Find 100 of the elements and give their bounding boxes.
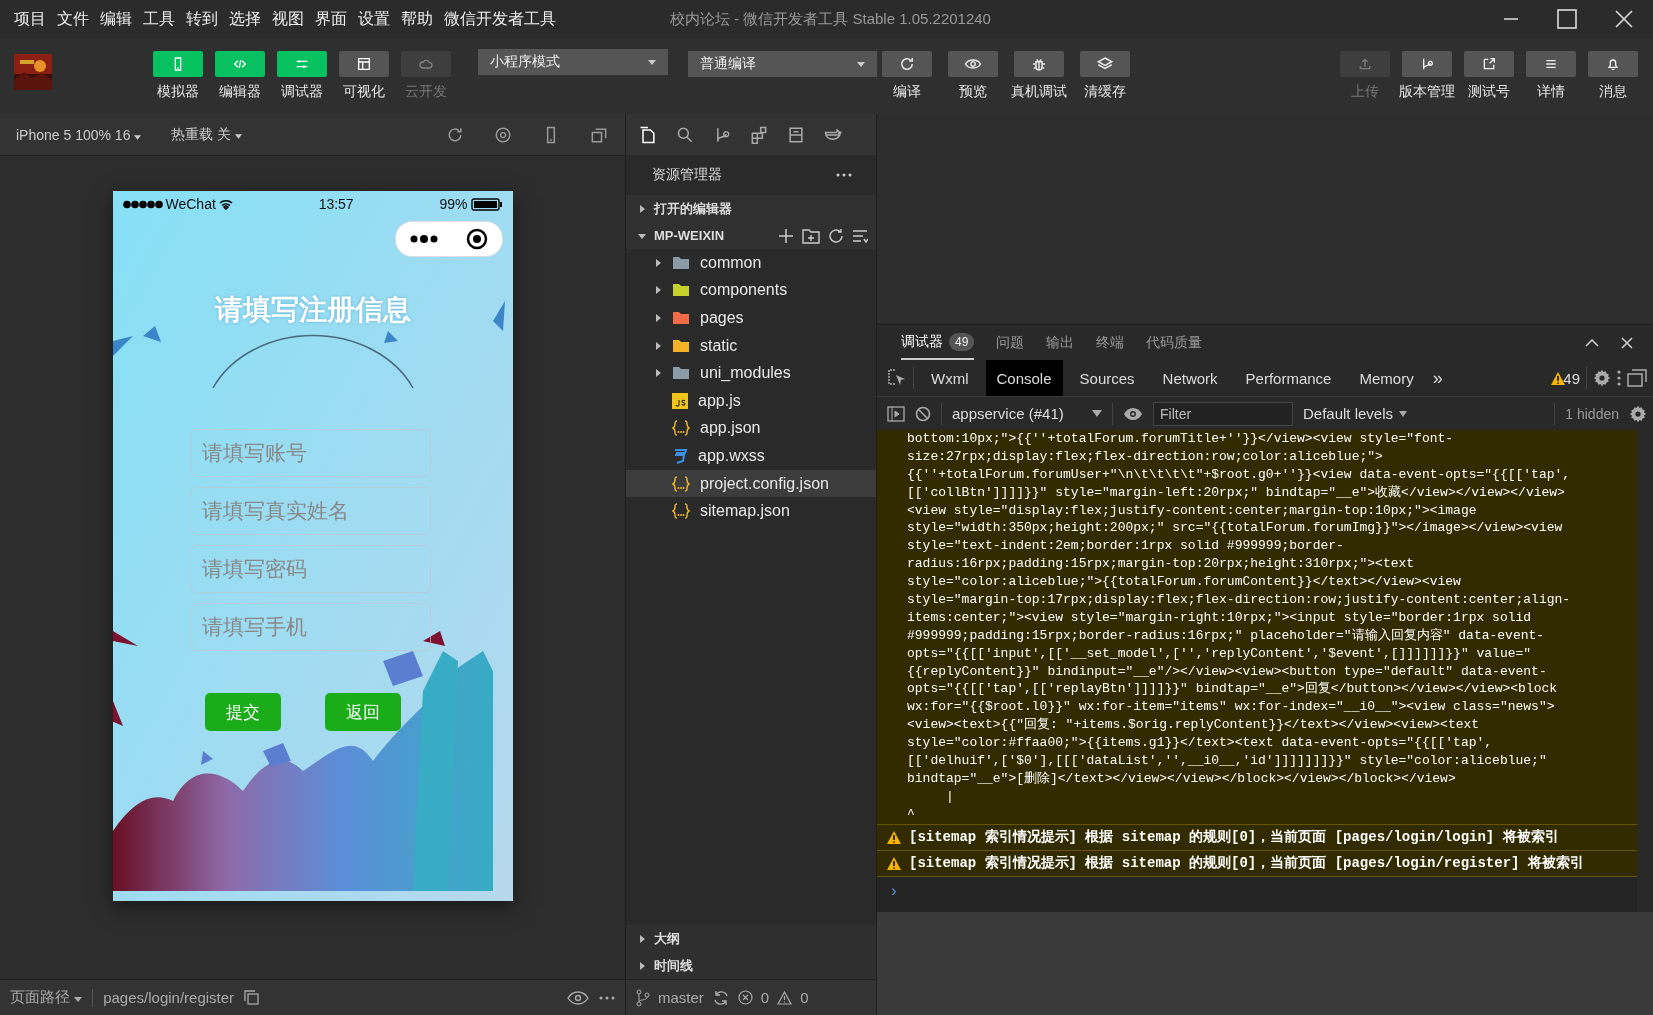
toolbar-label: 调试器 [281, 83, 323, 101]
section-header[interactable]: MP-WEIXIN [626, 222, 876, 249]
console-line: ^ [907, 805, 916, 824]
menu-item[interactable]: 帮助 [401, 8, 433, 30]
console-line: style="color:#ffaa00;">{{items.g1}}</text><text data-event-opts="{{[['tap', [907, 734, 1494, 753]
toolbar-label: 编译 [893, 83, 921, 101]
menu-item[interactable]: 转到 [186, 8, 218, 30]
console-line: opts="{{[['tap',[['replayBtn']]]]}}" bindtap="__e">回复</button></view></view><block [907, 680, 1559, 699]
file-tree-item[interactable]: pages [626, 304, 876, 332]
panel-tab[interactable]: 代码质量 [1146, 325, 1203, 360]
error-count: 0 [760, 989, 770, 1006]
file-tree-item[interactable]: app.json [626, 414, 876, 443]
panel-title: 资源管理器 [652, 166, 722, 184]
more-tabs-button[interactable]: » [1430, 360, 1445, 396]
input-field[interactable]: 请填写手机 [190, 603, 431, 651]
file-tree-item[interactable]: common [626, 249, 876, 277]
levels-dropdown[interactable]: Default levels [1303, 405, 1408, 422]
console-line: radius:16rpx;padding:15rpx;margin-top:20rpx;height:310rpx;"><text [907, 555, 1416, 574]
menu-item[interactable]: 界面 [315, 8, 347, 30]
console-line: bindtap="__e">[删除]</text></view></view></block></view></block></view> [907, 769, 1457, 788]
console-line: items:center;"><view style="margin-right:10rpx;"><input style="border:1rpx solid [907, 608, 1533, 627]
toolbar-label: 清缓存 [1084, 83, 1126, 101]
branch-name[interactable]: master [658, 989, 704, 1006]
context-dropdown[interactable]: appservice (#41) [952, 405, 1102, 422]
battery-label: 99% [439, 196, 468, 212]
file-tree-item[interactable]: static [626, 331, 876, 360]
toolbar-label: 编辑器 [219, 83, 261, 101]
console-line: [['collBtn']]]]}}" style="margin-left:20rpx;" bindtap="__e">收藏</view></view></view> [907, 483, 1566, 502]
hidden-count: 1 hidden [1565, 405, 1619, 422]
hot-reload-toggle[interactable]: 热重载 关 [171, 125, 243, 144]
toolbar-label: 详情 [1537, 83, 1565, 101]
console-line: opts="{{[['input',[['__set_model',['','replyContent','$event',[]]]]]]}}" value=" [907, 644, 1533, 663]
mode-dropdown[interactable]: 小程序模式 [478, 49, 668, 75]
page-path: pages/login/register [103, 989, 235, 1006]
count-badge: 49 [949, 332, 975, 351]
file-tree-item[interactable]: app.js [626, 386, 876, 415]
console-line: size:27rpx;display:flex;flex-direction:row;color:aliceblue;"> [907, 447, 1384, 466]
console-line: bottom:10px;">{{''+totalForum.forumTitle+''}}</view><view style="font- [907, 430, 1455, 448]
menu-item[interactable]: 微信开发者工具 [444, 8, 556, 30]
console-line: {{replyContent}}" bindinput="__e"/></view><view><button type="default" data-event- [907, 662, 1548, 681]
warning-count[interactable]: 49 [1563, 369, 1580, 387]
console-line: style="margin-top:17rpx;display:flex;flex-direction:row;justify-content:center;align- [907, 591, 1572, 609]
section-header[interactable]: 大纲 [626, 925, 876, 952]
toolbar-label: 云开发 [405, 83, 447, 101]
console-message: [sitemap 索引情况提示] 根据 sitemap 的规则[0]，当前页面 [pages/login/login] 将被索引 [909, 828, 1559, 846]
devtools-tab[interactable]: Network [1151, 360, 1229, 396]
file-tree-item[interactable]: sitemap.json [626, 497, 876, 525]
file-tree-item[interactable]: components [626, 276, 876, 305]
menu-item[interactable]: 工具 [143, 8, 175, 30]
filter-field[interactable]: Filter [1153, 401, 1293, 426]
console-line: {{''+totalForum.forumUser+"\n\t\t\t\t"+$root.g0+''}}<view data-event-opts="{{[['tap', [907, 465, 1572, 484]
menu-item[interactable]: 项目 [14, 8, 46, 30]
toolbar-label: 测试号 [1468, 83, 1510, 101]
carrier-label: WeChat [165, 196, 216, 212]
menu-item[interactable]: 文件 [57, 8, 89, 30]
page-title: 请填写注册信息 [213, 293, 412, 327]
panel-tab[interactable]: 输出 [1046, 325, 1075, 360]
page-path-menu[interactable]: 页面路径 [10, 988, 83, 1007]
console-line: [['delhuif',['$0'],[[['dataList','',__i0__,'id']]]]]]]}}" style="color:aliceblue;" [907, 752, 1548, 770]
input-field[interactable]: 请填写账号 [190, 429, 431, 477]
console-message: [sitemap 索引情况提示] 根据 sitemap 的规则[0]，当前页面 [pages/login/register] 将被索引 [909, 854, 1584, 872]
toolbar-label: 可视化 [343, 83, 385, 101]
toolbar-label: 真机调试 [1011, 83, 1067, 101]
console-line: style="color:aliceblue;">{{totalForum.forumContent}}</text></view><view [907, 573, 1462, 591]
panel-tab[interactable]: 调试器 49 [901, 325, 975, 360]
devtools-tab[interactable]: Performance [1234, 360, 1343, 396]
console-line: wx:for="{{$root.l0}}" wx:for-item="items" wx:for-index="__i0__"><view class="news"> [907, 698, 1556, 717]
file-tree-item[interactable]: project.config.json [626, 469, 876, 498]
devtools-tab[interactable]: Console [985, 360, 1063, 396]
warning-count: 0 [800, 989, 809, 1006]
console-line: style="width:350px;height:200px;" src="{{totalForum.forumImg}}"></image></view><view [907, 519, 1564, 538]
console-prompt[interactable]: › [877, 876, 1637, 912]
time-label: 13:57 [318, 196, 354, 212]
console-line: #999999;padding:15rpx;border-radius:16rpx;" placeholder="请输入回复内容" data-event- [907, 626, 1546, 645]
section-header[interactable]: 时间线 [626, 952, 876, 979]
section-header[interactable]: 打开的编辑器 [626, 195, 876, 222]
file-tree-item[interactable]: app.wxss [626, 442, 876, 470]
compile-dropdown[interactable]: 普通编译 [688, 51, 878, 77]
menu-item[interactable]: 选择 [229, 8, 261, 30]
menu-item[interactable]: 视图 [272, 8, 304, 30]
toolbar-label: 版本管理 [1399, 83, 1455, 101]
device-selector[interactable]: iPhone 5 100% 16 [16, 126, 142, 143]
panel-tab[interactable]: 终端 [1096, 325, 1125, 360]
devtools-tab[interactable]: Wxml [920, 360, 980, 396]
devtools-tab[interactable]: Sources [1068, 360, 1146, 396]
toolbar-label: 消息 [1599, 83, 1627, 101]
input-field[interactable]: 请填写真实姓名 [190, 487, 431, 535]
window-title: 校内论坛 - 微信开发者工具 Stable 1.05.2201240 [670, 9, 991, 29]
console-line: | [945, 787, 955, 806]
menu-item[interactable]: 编辑 [100, 8, 132, 30]
console-line: <view><text>{{"回复: "+items.$orig.replyContent}}</text></view><view><text [907, 716, 1481, 735]
console-line: <view style="display:flex;justify-content:center;margin-top:10px;"><image [907, 501, 1478, 520]
file-tree-item[interactable]: uni_modules [626, 359, 876, 387]
console-line: style="text-indent:2em;border:1rpx solid #999999;border- [907, 537, 1345, 556]
devtools-tab[interactable]: Memory [1348, 360, 1425, 396]
toolbar-label: 预览 [959, 83, 987, 101]
panel-tab[interactable]: 问题 [996, 325, 1025, 360]
menu-item[interactable]: 设置 [358, 8, 390, 30]
toolbar-label: 模拟器 [157, 83, 199, 101]
input-field[interactable]: 请填写密码 [190, 545, 431, 593]
